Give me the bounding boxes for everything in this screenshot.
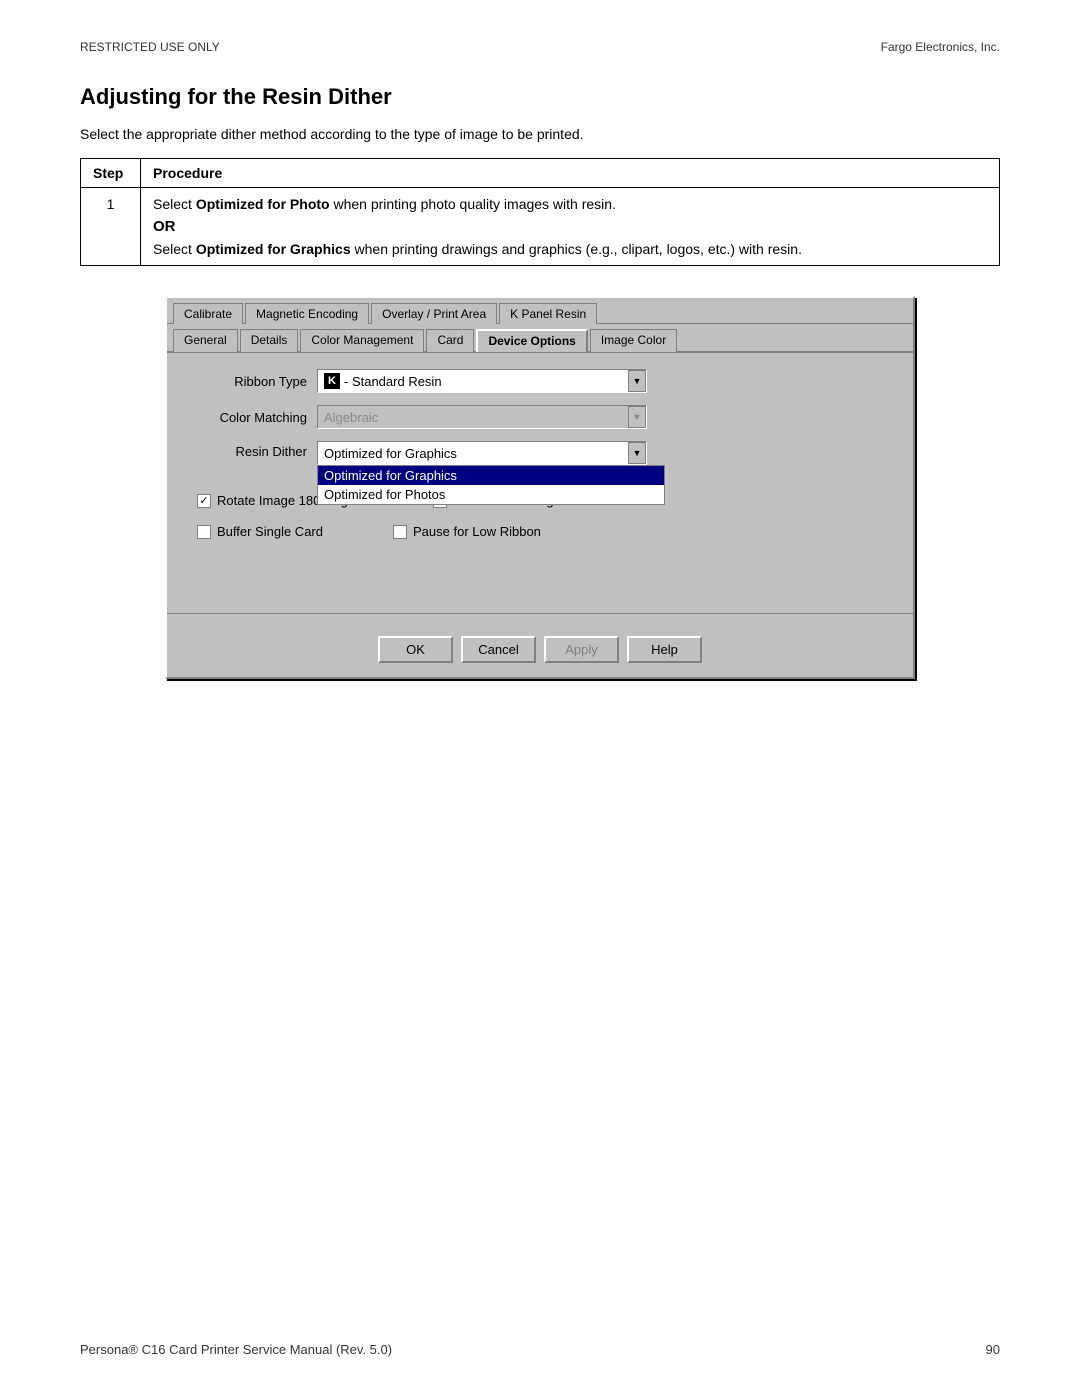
color-matching-dropdown[interactable]: Algebraic ▼: [317, 405, 647, 429]
pause-label: Pause for Low Ribbon: [413, 524, 541, 539]
tab-row-top: Calibrate Magnetic Encoding Overlay / Pr…: [167, 298, 913, 325]
tab-image-color[interactable]: Image Color: [590, 329, 677, 352]
help-button[interactable]: Help: [627, 636, 702, 663]
cancel-button[interactable]: Cancel: [461, 636, 536, 663]
spacer2: [187, 555, 893, 585]
footer: Persona® C16 Card Printer Service Manual…: [80, 1342, 1000, 1357]
page: RESTRICTED USE ONLY Fargo Electronics, I…: [0, 0, 1080, 1397]
tab-k-panel-resin[interactable]: K Panel Resin: [499, 303, 597, 324]
tab-overlay-print-area[interactable]: Overlay / Print Area: [371, 303, 497, 324]
tab-card[interactable]: Card: [426, 329, 474, 352]
step-text3: Select Optimized for Graphics when print…: [153, 241, 802, 257]
tab-general[interactable]: General: [173, 329, 238, 352]
pause-checkbox[interactable]: [393, 525, 407, 539]
col-step: Step: [81, 159, 141, 188]
header: RESTRICTED USE ONLY Fargo Electronics, I…: [80, 40, 1000, 54]
buffer-checkbox[interactable]: [197, 525, 211, 539]
ok-button[interactable]: OK: [378, 636, 453, 663]
tab-calibrate[interactable]: Calibrate: [173, 303, 243, 324]
or-text: OR: [153, 218, 987, 235]
pause-checkbox-row: Pause for Low Ribbon: [393, 524, 541, 539]
dropdown-option-graphics[interactable]: Optimized for Graphics: [318, 466, 664, 485]
bold-photo: Optimized for Photo: [196, 196, 330, 212]
ribbon-type-label: Ribbon Type: [187, 374, 317, 389]
header-left: RESTRICTED USE ONLY: [80, 40, 220, 54]
color-matching-text: Algebraic: [324, 410, 378, 425]
tab-row-bottom: General Details Color Management Card De…: [167, 324, 913, 353]
buffer-label: Buffer Single Card: [217, 524, 323, 539]
color-matching-row: Color Matching Algebraic ▼: [187, 405, 893, 429]
resin-dither-arrow[interactable]: ▼: [628, 442, 646, 464]
tab-color-management[interactable]: Color Management: [300, 329, 424, 352]
buffer-checkbox-row: Buffer Single Card: [197, 524, 323, 539]
button-row: OK Cancel Apply Help: [167, 626, 913, 677]
tab-details[interactable]: Details: [240, 329, 299, 352]
footer-left: Persona® C16 Card Printer Service Manual…: [80, 1342, 392, 1357]
dialog-window: Calibrate Magnetic Encoding Overlay / Pr…: [165, 296, 915, 679]
k-icon: K: [324, 373, 340, 389]
procedure-table: Step Procedure 1 Select Optimized for Ph…: [80, 158, 1000, 266]
color-matching-label: Color Matching: [187, 410, 317, 425]
dropdown-option-photos[interactable]: Optimized for Photos: [318, 485, 664, 504]
resin-dither-label: Resin Dither: [187, 441, 317, 459]
resin-dither-value[interactable]: Optimized for Graphics ▼: [317, 441, 647, 465]
step-content: Select Optimized for Photo when printing…: [141, 188, 1000, 266]
ribbon-type-row: Ribbon Type K - Standard Resin ▼: [187, 369, 893, 393]
color-matching-arrow[interactable]: ▼: [628, 406, 646, 428]
ribbon-type-dropdown[interactable]: K - Standard Resin ▼: [317, 369, 647, 393]
resin-dither-row: Resin Dither Optimized for Graphics ▼ Op…: [187, 441, 893, 465]
resin-dither-list: Optimized for Graphics Optimized for Pho…: [317, 465, 665, 505]
intro-text: Select the appropriate dither method acc…: [80, 126, 1000, 142]
color-matching-value[interactable]: Algebraic ▼: [317, 405, 647, 429]
rotate-checkbox[interactable]: [197, 494, 211, 508]
page-title: Adjusting for the Resin Dither: [80, 84, 1000, 110]
tab-magnetic-encoding[interactable]: Magnetic Encoding: [245, 303, 369, 324]
dialog-body: Ribbon Type K - Standard Resin ▼ Color M…: [167, 353, 913, 601]
ribbon-type-text: - Standard Resin: [344, 374, 442, 389]
apply-button[interactable]: Apply: [544, 636, 619, 663]
step-text1: Select Optimized for Photo when printing…: [153, 196, 616, 212]
divider: [167, 613, 913, 614]
col-procedure: Procedure: [141, 159, 1000, 188]
footer-right: 90: [986, 1342, 1000, 1357]
resin-dither-dropdown[interactable]: Optimized for Graphics ▼: [317, 441, 647, 465]
resin-dither-container: Optimized for Graphics ▼ Optimized for G…: [317, 441, 667, 465]
bold-graphics: Optimized for Graphics: [196, 241, 351, 257]
header-right: Fargo Electronics, Inc.: [881, 40, 1000, 54]
ribbon-type-value[interactable]: K - Standard Resin ▼: [317, 369, 647, 393]
checkbox-row-2: Buffer Single Card Pause for Low Ribbon: [197, 524, 893, 547]
table-row: 1 Select Optimized for Photo when printi…: [81, 188, 1000, 266]
tab-device-options[interactable]: Device Options: [476, 329, 587, 352]
step-number: 1: [81, 188, 141, 266]
resin-dither-text: Optimized for Graphics: [324, 446, 457, 461]
ribbon-type-arrow[interactable]: ▼: [628, 370, 646, 392]
